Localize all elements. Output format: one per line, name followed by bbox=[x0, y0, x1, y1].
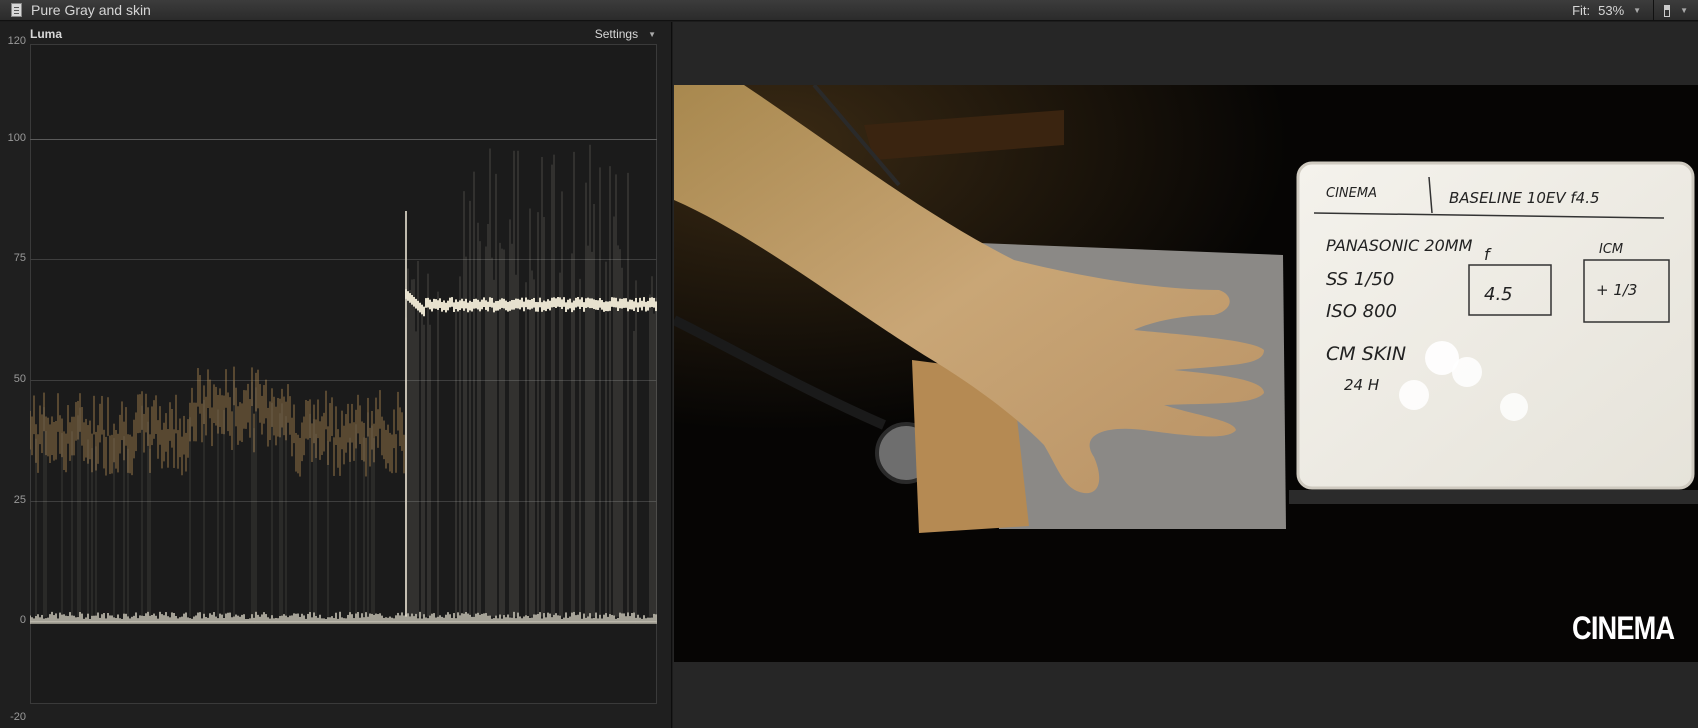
axis-tick-label: 25 bbox=[13, 493, 26, 506]
axis-tick-label: 100 bbox=[7, 131, 26, 144]
fit-zoom-dropdown[interactable]: 53% ▼ bbox=[1598, 3, 1641, 18]
axis-tick-label: 0 bbox=[19, 614, 26, 627]
axis-tick-label: 50 bbox=[13, 373, 26, 385]
fit-zoom-value: 53% bbox=[1598, 3, 1625, 18]
light-glare bbox=[1452, 357, 1482, 387]
whiteboard-text: ISO 800 bbox=[1326, 301, 1397, 322]
scope-type-label: Luma bbox=[30, 27, 63, 41]
window-title: Pure Gray and skin bbox=[31, 2, 151, 18]
whiteboard-text: SS 1/50 bbox=[1326, 269, 1394, 290]
whiteboard-text: ICM bbox=[1599, 242, 1623, 257]
light-glare bbox=[1500, 393, 1528, 421]
chevron-down-icon: ▼ bbox=[648, 29, 656, 39]
whiteboard-text: BASELINE 10EV f4.5 bbox=[1449, 189, 1600, 207]
document-icon bbox=[11, 3, 22, 17]
viewer-panel: CINEMA BASELINE 10EV f4.5 PANASONIC 20MM… bbox=[673, 22, 1698, 728]
toolbar-divider bbox=[1653, 0, 1655, 21]
whiteboard bbox=[1296, 161, 1695, 490]
scope-settings-menu[interactable]: Settings ▼ bbox=[595, 27, 656, 41]
watermark-logo: CINEMA bbox=[1571, 610, 1675, 646]
whiteboard-text: 4.5 bbox=[1484, 284, 1513, 305]
settings-label: Settings bbox=[594, 27, 639, 41]
chevron-down-icon[interactable]: ▼ bbox=[1680, 6, 1688, 15]
luma-waveform: 120 100 75 50 25 0 -20 bbox=[8, 35, 657, 728]
axis-tick-label: 75 bbox=[13, 252, 26, 265]
whiteboard-text: CM SKIN bbox=[1326, 343, 1406, 365]
axis-tick-label: -20 bbox=[10, 711, 26, 723]
waveform-trace bbox=[30, 144, 657, 624]
chevron-down-icon: ▼ bbox=[1633, 6, 1642, 15]
light-glare bbox=[1399, 380, 1429, 410]
view-options-icon[interactable] bbox=[1664, 4, 1671, 17]
fit-label: Fit: bbox=[1572, 3, 1591, 18]
video-frame[interactable]: CINEMA BASELINE 10EV f4.5 PANASONIC 20MM… bbox=[674, 85, 1698, 662]
whiteboard-text: PANASONIC 20MM bbox=[1326, 236, 1473, 255]
whiteboard-text: + 1/3 bbox=[1596, 281, 1637, 299]
whiteboard-text: CINEMA bbox=[1326, 186, 1377, 201]
axis-tick-label: 120 bbox=[7, 35, 26, 47]
video-image: CINEMA BASELINE 10EV f4.5 PANASONIC 20MM… bbox=[674, 85, 1698, 662]
board-rail bbox=[1289, 490, 1698, 504]
whiteboard-text: 24 H bbox=[1344, 376, 1379, 394]
scope-header: Luma Settings ▼ bbox=[30, 25, 656, 43]
video-scope-panel: Luma Settings ▼ 120 100 75 50 25 0 -20 bbox=[0, 22, 672, 728]
viewer-toolbar: Fit: 53% ▼ ▼ bbox=[1572, 0, 1698, 21]
title-bar: Pure Gray and skin Fit: 53% ▼ ▼ bbox=[0, 0, 1698, 21]
